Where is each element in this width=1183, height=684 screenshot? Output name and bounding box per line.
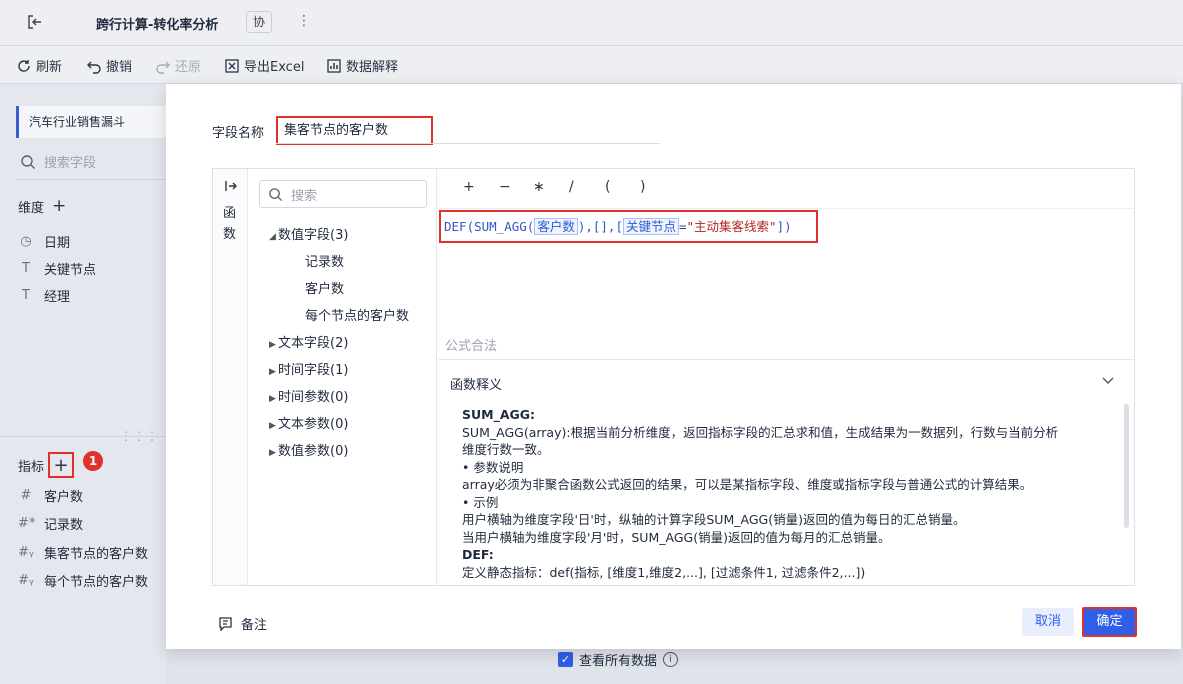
excel-icon xyxy=(225,58,239,73)
field-tree: 搜索 ◢ 数值字段(3) 记录数 客户数 每个节点的客户数 ▶ 文本字段(2) ▶ 时… xyxy=(249,169,437,585)
divider xyxy=(276,143,660,144)
add-dimension-icon[interactable]: + xyxy=(52,196,66,216)
formula-validity-status: 公式合法 xyxy=(445,339,498,354)
chevron-down-icon[interactable] xyxy=(1101,374,1115,388)
tree-group-time[interactable]: ▶ 时间字段(1) xyxy=(269,359,348,378)
report-title: 跨行计算-转化率分析 xyxy=(96,18,219,33)
dimension-item-date[interactable]: ◷ 日期 xyxy=(18,232,70,251)
field-search[interactable]: 搜索字段 xyxy=(20,152,96,171)
info-icon: i xyxy=(663,652,679,667)
operator-minus-button[interactable]: − xyxy=(499,179,511,195)
operator-bar: + − ∗ / ( ) xyxy=(438,169,1134,209)
tree-group-text[interactable]: ▶ 文本字段(2) xyxy=(269,332,348,351)
add-metric-button[interactable]: + xyxy=(48,452,75,478)
metric-header: 指标 + xyxy=(18,452,75,478)
caret-right-icon: ▶ xyxy=(269,421,276,431)
formula-area: + − ∗ / ( ) DEF(SUM_AGG(客户数),[],[关键节点 ="主… xyxy=(438,169,1134,585)
dimension-item-key-node[interactable]: T 关键节点 xyxy=(18,259,96,278)
step-badge: 1 xyxy=(83,451,103,471)
toolbar: 刷新 撤销 还原 导出Excel 数据解释 xyxy=(0,46,1183,84)
dimension-item-manager[interactable]: T 经理 xyxy=(18,286,70,305)
number-type-icon: # xyxy=(20,488,32,503)
tree-item[interactable]: 记录数 xyxy=(305,251,344,270)
operator-divide-button[interactable]: / xyxy=(569,179,574,195)
confirm-button[interactable]: 确定 xyxy=(1082,607,1137,637)
search-icon xyxy=(269,187,283,201)
tree-group-text-param[interactable]: ▶ 文本参数(0) xyxy=(269,413,348,432)
chart-explain-icon xyxy=(327,58,341,73)
refresh-button[interactable]: 刷新 xyxy=(16,56,62,75)
tree-item[interactable]: 客户数 xyxy=(305,278,344,297)
field-panel: 汽车行业销售漏斗 搜索字段 维度 + ◷ 日期 T 关键节点 T 经理 ⋮⋮⋮ … xyxy=(0,84,166,684)
refresh-icon xyxy=(18,59,30,72)
collapse-arrow-icon[interactable] xyxy=(224,179,238,193)
operator-close-paren-button[interactable]: ) xyxy=(640,179,645,195)
tab-functions[interactable]: 函数 xyxy=(223,203,237,245)
caret-down-icon: ◢ xyxy=(269,232,276,242)
field-name-input[interactable]: 集客节点的客户数 xyxy=(276,116,433,145)
more-menu-icon[interactable]: ⋮ xyxy=(297,13,311,29)
dataset-selector[interactable]: 汽车行业销售漏斗 xyxy=(16,106,166,138)
formula-field-icon: #ᵧ xyxy=(18,573,34,588)
redo-icon xyxy=(156,61,170,74)
export-excel-button[interactable]: 导出Excel xyxy=(224,56,304,75)
metric-item-per-node-customers[interactable]: #ᵧ 每个节点的客户数 xyxy=(18,571,148,590)
operator-open-paren-button[interactable]: ( xyxy=(605,179,610,195)
calendar-icon: ◷ xyxy=(20,234,32,249)
tree-item[interactable]: 每个节点的客户数 xyxy=(305,305,409,324)
formula-input[interactable]: DEF(SUM_AGG(客户数),[],[关键节点 ="主动集客线索"]) xyxy=(439,210,818,243)
tree-group-number-param[interactable]: ▶ 数值参数(0) xyxy=(269,440,348,459)
undo-button[interactable]: 撤销 xyxy=(86,56,132,75)
cancel-button[interactable]: 取消 xyxy=(1022,608,1074,636)
dimension-header: 维度 + xyxy=(18,196,67,216)
field-name-label: 字段名称 xyxy=(212,126,265,141)
side-tab-column: 函数 xyxy=(213,169,248,585)
caret-right-icon: ▶ xyxy=(269,367,276,377)
metric-item-lead-node-customers[interactable]: #ᵧ 集客节点的客户数 xyxy=(18,543,148,562)
undo-icon xyxy=(87,61,101,74)
data-explain-button[interactable]: 数据解释 xyxy=(326,56,398,75)
formula-field-icon: #ᵧ xyxy=(18,545,34,560)
checkmark-icon: ✓ xyxy=(558,652,573,667)
divider xyxy=(0,436,166,437)
formula-field-token[interactable]: 客户数 xyxy=(534,218,578,235)
note-icon xyxy=(219,617,232,631)
operator-plus-button[interactable]: + xyxy=(463,179,475,195)
function-help-panel: 函数释义 SUM_AGG: SUM_AGG(array):根据当前分析维度，返回… xyxy=(438,359,1134,585)
caret-right-icon: ▶ xyxy=(269,340,276,350)
note-button[interactable]: 备注 xyxy=(218,614,267,633)
caret-right-icon: ▶ xyxy=(269,394,276,404)
tree-search-input[interactable]: 搜索 xyxy=(259,180,427,208)
metric-item-customer-count[interactable]: # 客户数 xyxy=(18,486,83,505)
divider xyxy=(16,179,166,180)
operator-multiply-button[interactable]: ∗ xyxy=(533,179,545,195)
text-type-icon: T xyxy=(22,261,30,276)
formula-field-token[interactable]: 关键节点 xyxy=(622,218,679,235)
exit-icon[interactable] xyxy=(26,13,44,31)
view-all-data-checkbox[interactable]: ✓ 查看所有数据 i xyxy=(558,650,679,669)
formula-editor: 函数 搜索 ◢ 数值字段(3) 记录数 客户数 每个节点的客户数 ▶ 文本字段(2)… xyxy=(212,168,1135,586)
top-bar: 跨行计算-转化率分析 协 ⋮ xyxy=(0,0,1183,46)
collaborate-button[interactable]: 协 xyxy=(246,11,272,33)
calculated-field-dialog: 字段名称 集客节点的客户数 函数 搜索 ◢ 数值字段(3) 记录数 客户数 每个节… xyxy=(166,84,1181,649)
tree-group-numeric[interactable]: ◢ 数值字段(3) xyxy=(269,224,348,243)
number-calc-icon: #* xyxy=(18,516,36,531)
function-help-title: 函数释义 xyxy=(450,378,503,393)
tree-group-time-param[interactable]: ▶ 时间参数(0) xyxy=(269,386,348,405)
metric-item-record-count[interactable]: #* 记录数 xyxy=(18,514,83,533)
search-icon xyxy=(21,154,35,169)
text-type-icon: T xyxy=(22,288,30,303)
caret-right-icon: ▶ xyxy=(269,448,276,458)
function-help-text: SUM_AGG: SUM_AGG(array):根据当前分析维度，返回指标字段的… xyxy=(462,407,1059,580)
redo-button[interactable]: 还原 xyxy=(155,56,201,75)
scrollbar[interactable] xyxy=(1124,404,1129,528)
